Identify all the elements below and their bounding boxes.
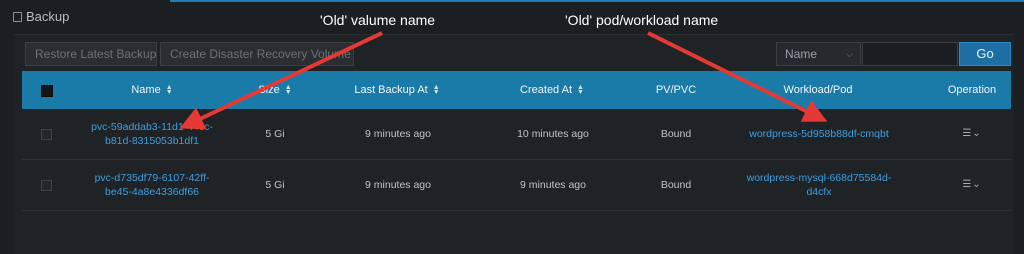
- workload-pod-link[interactable]: wordpress-mysql-668d75584d- d4cfx: [734, 160, 904, 210]
- create-disaster-recovery-volume-button[interactable]: Create Disaster Recovery Volume: [160, 42, 354, 66]
- search-input[interactable]: [862, 42, 958, 66]
- table-row: pvc-59addab3-11d1-44cc- b81d-8315053b1df…: [22, 109, 1011, 160]
- sort-icon: ▲ ▼: [284, 84, 292, 97]
- sort-icon: ▲ ▼: [432, 84, 440, 97]
- volume-name-link[interactable]: pvc-d735df79-6107-42ff- be45-4a8e4336df6…: [77, 160, 227, 210]
- row-checkbox[interactable]: [41, 129, 52, 140]
- created-cell: 10 minutes ago: [517, 128, 589, 140]
- operation-menu-button[interactable]: ☰ ⌄: [962, 109, 981, 159]
- volume-name-link[interactable]: pvc-59addab3-11d1-44cc- b81d-8315053b1df…: [77, 109, 227, 159]
- go-button[interactable]: Go: [959, 42, 1011, 66]
- pv-pvc-cell: Bound: [660, 179, 692, 191]
- operation-menu-button[interactable]: ☰ ⌄: [962, 160, 981, 210]
- last-backup-cell: 9 minutes ago: [365, 179, 431, 191]
- row-checkbox[interactable]: [41, 180, 52, 191]
- sort-icon: ▲ ▼: [577, 84, 584, 97]
- chevron-down-icon: ⌄: [972, 128, 982, 139]
- column-header-pv-pvc: PV/PVC: [655, 84, 697, 96]
- size-cell: 5 Gi: [265, 128, 285, 140]
- chevron-down-icon: ⌄: [972, 179, 982, 190]
- column-header-operation: Operation: [947, 84, 997, 96]
- column-header-workload-pod: Workload/Pod: [783, 84, 853, 96]
- page-header: Backup: [13, 9, 69, 24]
- workload-pod-link[interactable]: wordpress-5d958b88df-cmqbt: [734, 109, 904, 159]
- select-all-checkbox[interactable]: [41, 85, 53, 97]
- sort-icon: ▲ ▼: [165, 84, 173, 97]
- list-icon: ☰: [962, 128, 973, 139]
- annotation-volume-label: 'Old' valume name: [320, 12, 436, 28]
- size-cell: 5 Gi: [265, 179, 285, 191]
- list-icon: ☰: [962, 179, 973, 190]
- filter-field-value: Name: [785, 47, 818, 61]
- last-backup-cell: 9 minutes ago: [365, 128, 431, 140]
- column-header-name[interactable]: Name ▲ ▼: [131, 71, 172, 109]
- column-header-last-backup[interactable]: Last Backup At ▲ ▼: [354, 71, 439, 109]
- page-title: Backup: [26, 9, 70, 24]
- column-header-created[interactable]: Created At ▲ ▼: [520, 71, 584, 109]
- filter-field-select[interactable]: Name ⌵: [776, 42, 861, 66]
- restore-latest-backup-button[interactable]: Restore Latest Backup: [25, 42, 157, 66]
- pv-pvc-cell: Bound: [660, 128, 692, 140]
- table-header: Name ▲ ▼ Size ▲ ▼ Last Backup At ▲ ▼ Created A…: [22, 71, 1011, 109]
- top-accent-bar: [170, 0, 1024, 2]
- table-row: pvc-d735df79-6107-42ff- be45-4a8e4336df6…: [22, 160, 1011, 211]
- column-header-size[interactable]: Size ▲ ▼: [258, 71, 291, 109]
- chevron-down-icon: ⌵: [846, 49, 853, 59]
- annotation-pod-label: 'Old' pod/workload name: [565, 12, 719, 28]
- backup-icon: [13, 11, 22, 22]
- created-cell: 9 minutes ago: [520, 179, 586, 191]
